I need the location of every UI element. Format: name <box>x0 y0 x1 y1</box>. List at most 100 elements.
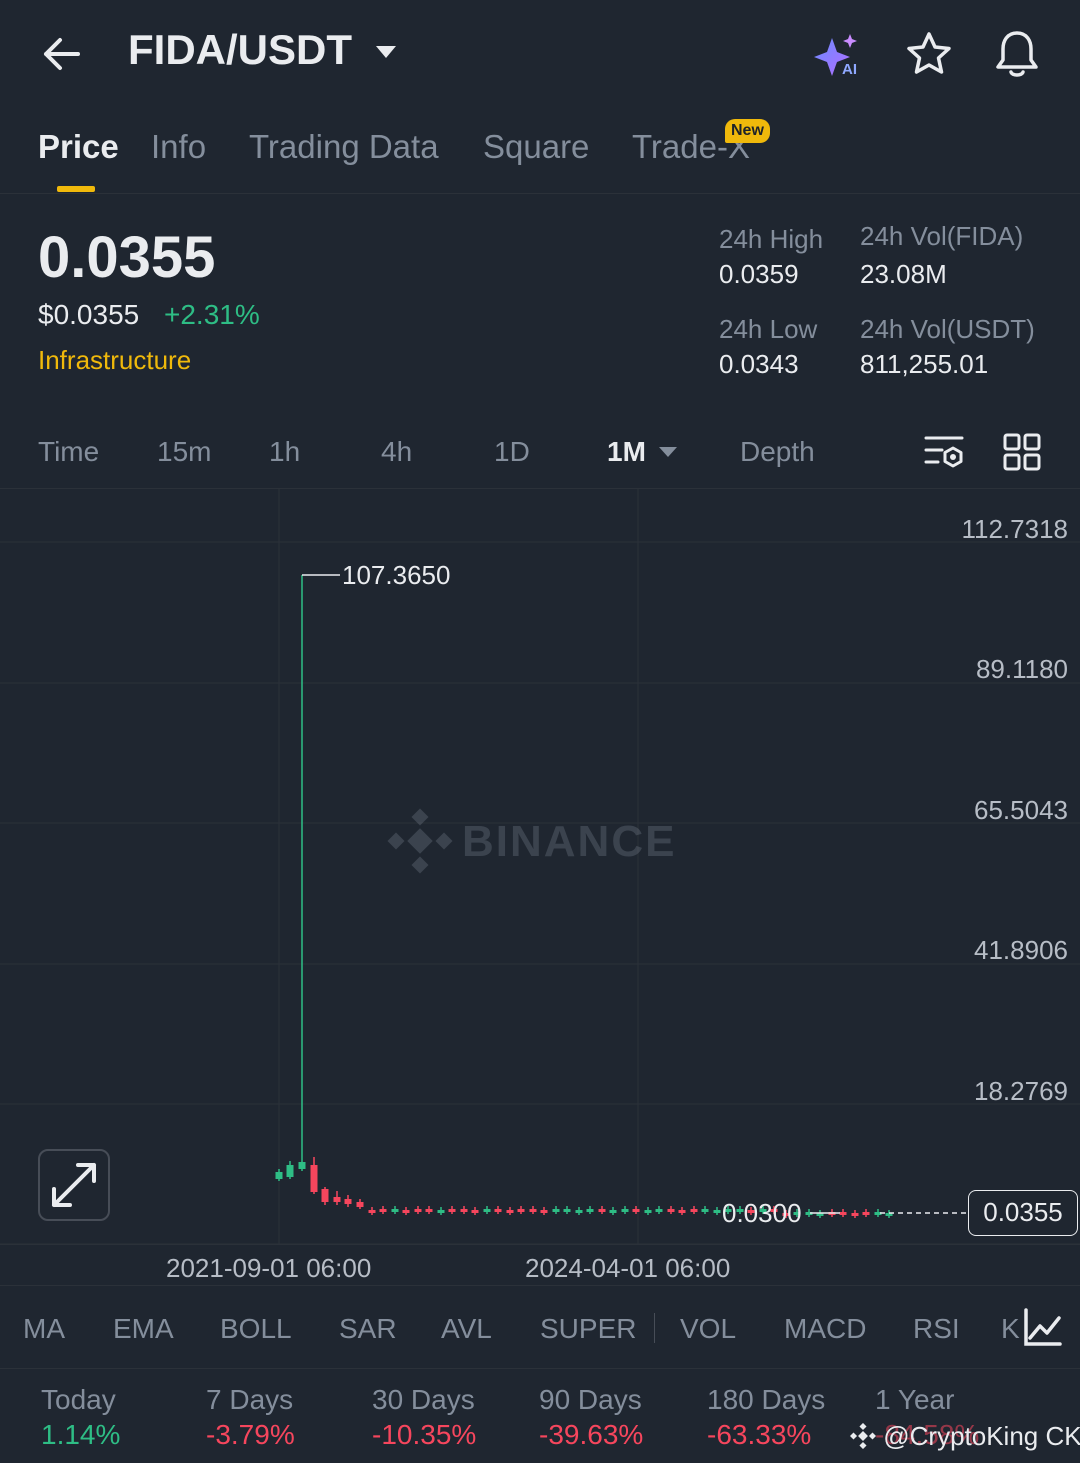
indicator-macd[interactable]: MACD <box>784 1313 866 1345</box>
indicator-boll[interactable]: BOLL <box>220 1313 292 1345</box>
perf-label-90d: 90 Days <box>539 1384 642 1415</box>
line-chart-icon[interactable] <box>1020 1306 1064 1350</box>
indicator-super[interactable]: SUPER <box>540 1313 636 1345</box>
star-icon[interactable] <box>904 30 954 78</box>
tab-square[interactable]: Square <box>483 128 589 166</box>
candle <box>402 1210 410 1213</box>
candle <box>460 1209 468 1212</box>
tab-trading-data[interactable]: Trading Data <box>249 128 439 166</box>
candle <box>621 1209 629 1212</box>
low-annotation: 0.0300 <box>722 1198 840 1228</box>
candle <box>540 1210 548 1213</box>
perf-label-today: Today <box>41 1384 116 1415</box>
tab-price[interactable]: Price <box>38 128 119 166</box>
candle <box>310 1165 318 1192</box>
candle <box>529 1209 537 1212</box>
indicator-separator <box>654 1313 655 1343</box>
y-axis-label: 89.1180 <box>975 654 1068 684</box>
candle <box>494 1209 502 1212</box>
low-value: 0.0343 <box>719 349 799 379</box>
indicator-rsi[interactable]: RSI <box>913 1313 960 1345</box>
high-value: 0.0359 <box>719 259 799 289</box>
chevron-down-icon[interactable] <box>374 44 398 60</box>
low-label: 0.0300 <box>722 1198 802 1228</box>
expand-icon <box>52 1163 96 1207</box>
interval-1h[interactable]: 1h <box>269 436 300 468</box>
interval-15m[interactable]: 15m <box>157 436 211 468</box>
candle <box>862 1212 870 1215</box>
candle <box>368 1210 376 1213</box>
bell-icon[interactable] <box>992 28 1042 80</box>
candle <box>506 1210 514 1213</box>
interval-4h[interactable]: 4h <box>381 436 412 468</box>
back-arrow-icon[interactable] <box>38 30 88 78</box>
candle <box>563 1209 571 1212</box>
perf-value-today: 1.14% <box>41 1419 121 1450</box>
candle <box>333 1197 341 1202</box>
peak-annotation: 107.3650 <box>302 560 450 590</box>
perf-value-7d: -3.79% <box>206 1419 295 1450</box>
top-bar: FIDA/USDT AI <box>0 0 1080 110</box>
y-axis-label: 65.5043 <box>974 795 1068 825</box>
chevron-down-icon[interactable] <box>658 446 678 458</box>
indicator-k[interactable]: K <box>1001 1313 1020 1345</box>
candle <box>414 1209 422 1212</box>
binance-watermark: BINANCE <box>387 808 674 874</box>
candle <box>448 1209 456 1212</box>
candle <box>552 1209 560 1212</box>
x-axis-label: 2021-09-01 06:00 <box>166 1253 372 1283</box>
perf-value-180d: -63.33% <box>707 1419 812 1450</box>
candle <box>344 1199 352 1204</box>
chart-settings-icon[interactable] <box>922 432 966 472</box>
candle <box>690 1209 698 1212</box>
interval-time[interactable]: Time <box>38 436 99 468</box>
pair-title[interactable]: FIDA/USDT <box>128 26 352 74</box>
interval-1d[interactable]: 1D <box>494 436 530 468</box>
y-axis-label: 41.8906 <box>974 935 1068 965</box>
vol-base-value: 23.08M <box>860 259 947 289</box>
ai-sparkle-icon[interactable]: AI <box>812 30 866 78</box>
chart-bottom-divider <box>0 1244 1080 1245</box>
candles <box>275 575 893 1218</box>
indicator-avl[interactable]: AVL <box>441 1313 492 1345</box>
candle <box>667 1209 675 1212</box>
y-axis-label: 112.7318 <box>961 514 1068 544</box>
candle <box>425 1209 433 1212</box>
candle <box>483 1209 491 1212</box>
grid-layout-icon[interactable] <box>1002 432 1042 472</box>
candle <box>655 1209 663 1212</box>
indicator-vol[interactable]: VOL <box>680 1313 736 1345</box>
candle <box>391 1209 399 1212</box>
peak-label: 107.3650 <box>342 560 450 590</box>
candle <box>517 1209 525 1212</box>
price-chart[interactable]: BINANCE 107.3650 0.0300 <box>0 489 1080 1285</box>
tab-info[interactable]: Info <box>151 128 206 166</box>
candle <box>471 1210 479 1213</box>
candle <box>678 1210 686 1213</box>
indicator-top-divider <box>0 1285 1080 1286</box>
interval-depth[interactable]: Depth <box>740 436 815 468</box>
tab-bar: Price Info Trading Data Square Trade-X <box>0 110 1080 194</box>
candle <box>586 1209 594 1212</box>
low-label: 24h Low <box>719 314 818 344</box>
high-label: 24h High <box>719 224 824 254</box>
candle <box>575 1210 583 1213</box>
ai-badge-text: AI <box>842 61 857 78</box>
perf-value-90d: -39.63% <box>539 1419 644 1450</box>
creator-credit: @CryptoKing CK <box>849 1421 1080 1452</box>
binance-logo-icon <box>849 1422 877 1450</box>
credit-text: @CryptoKing CK <box>883 1421 1080 1451</box>
candle <box>298 1162 306 1169</box>
indicator-ma[interactable]: MA <box>23 1313 65 1345</box>
indicator-sar[interactable]: SAR <box>339 1313 397 1345</box>
fullscreen-button[interactable] <box>38 1149 110 1221</box>
indicator-ema[interactable]: EMA <box>113 1313 174 1345</box>
category-tag[interactable]: Infrastructure <box>38 345 191 376</box>
y-axis-label: 18.2769 <box>974 1076 1068 1106</box>
candle <box>644 1210 652 1213</box>
perf-value-30d: -10.35% <box>372 1419 477 1450</box>
vol-quote-value: 811,255.01 <box>860 349 989 379</box>
candle <box>275 1172 283 1179</box>
interval-1m[interactable]: 1M <box>607 436 646 468</box>
candle <box>286 1165 294 1177</box>
